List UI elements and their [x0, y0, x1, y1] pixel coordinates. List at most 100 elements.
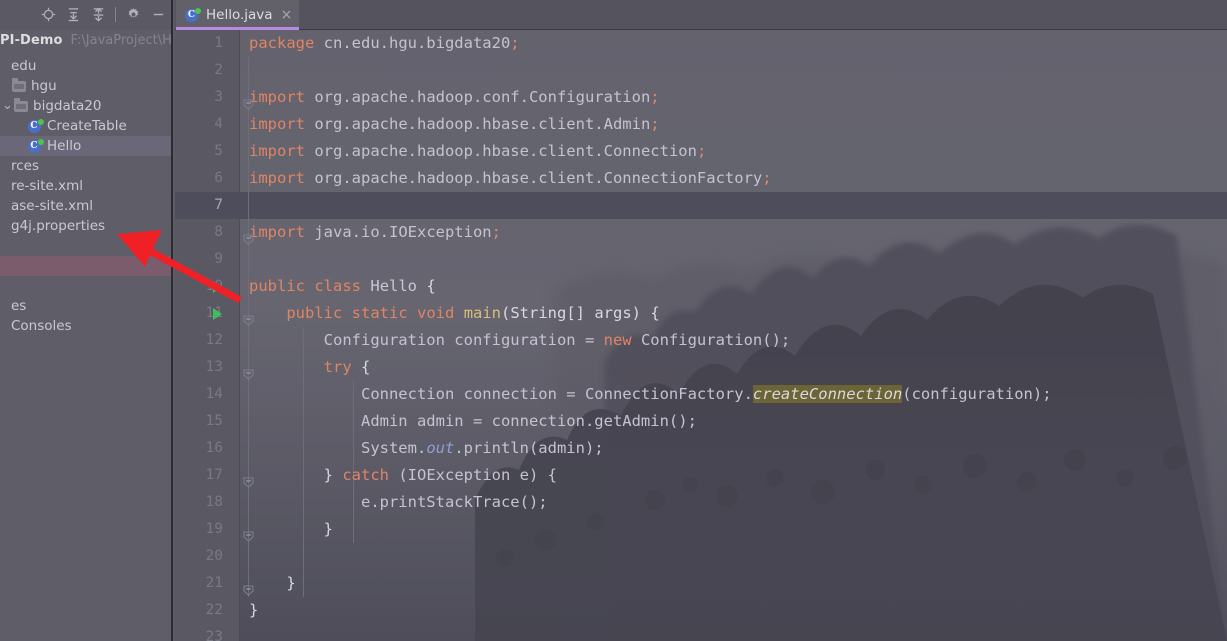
tree-item-hgu[interactable]: hgu [0, 76, 171, 96]
code-line[interactable]: 23 [175, 624, 1227, 641]
fold-toggle-icon[interactable] [243, 92, 254, 110]
tree-item-edu[interactable]: edu [0, 56, 171, 76]
run-gutter-icon[interactable] [213, 281, 222, 293]
tree-item-g4j-properties[interactable]: g4j.properties [0, 216, 171, 236]
code-line[interactable]: 16 System.out.println(admin); [175, 435, 1227, 462]
project-name: PI-Demo [0, 33, 63, 48]
token-stat: out [426, 439, 455, 457]
tree-item-ase-site-xml[interactable]: ase-site.xml [0, 196, 171, 216]
code-line[interactable]: 19 } [175, 516, 1227, 543]
line-number: 17 [205, 467, 223, 483]
code-text: Configuration configuration = new Config… [249, 327, 791, 354]
token-kw: void [417, 304, 455, 322]
tab-hello-java[interactable]: C Hello.java × [176, 0, 300, 30]
token-semi: ; [491, 223, 501, 241]
code-line[interactable]: 10 public class Hello { [175, 273, 1227, 300]
token-semi: ; [762, 169, 772, 187]
tree-item-label: rces [11, 158, 40, 174]
token-kw: package [249, 34, 315, 52]
tree-item-label: Consoles [11, 318, 72, 334]
tree-item-createtable[interactable]: C CreateTable [0, 116, 171, 136]
code-line[interactable]: 20 [175, 543, 1227, 570]
tree-item-blank[interactable] [0, 236, 171, 256]
token-punct: } [249, 601, 259, 619]
code-line[interactable]: 18 e.printStackTrace(); [175, 489, 1227, 516]
java-class-icon: C [27, 118, 44, 134]
fold-toggle-icon[interactable] [243, 362, 254, 380]
editor-area: C Hello.java × 1 package cn.edu.hgu.bigd… [175, 0, 1227, 641]
code-line[interactable]: 22} [175, 597, 1227, 624]
line-number: 3 [214, 89, 223, 105]
locate-icon[interactable] [37, 4, 59, 26]
code-line[interactable]: 5 import org.apache.hadoop.hbase.client.C… [175, 138, 1227, 165]
token-plain: cn.edu.hgu.bigdata20 [314, 34, 511, 52]
code-text: Connection connection = ConnectionFactor… [249, 381, 1052, 408]
code-line[interactable]: 4 import org.apache.hadoop.hbase.client.A… [175, 111, 1227, 138]
code-line[interactable]: 11 public static void main(String[] args… [175, 300, 1227, 327]
code-content[interactable]: 1 package cn.edu.hgu.bigdata20; 2 3 import o… [175, 30, 1227, 641]
code-text: e.printStackTrace(); [249, 489, 548, 516]
run-gutter-icon[interactable] [213, 308, 222, 320]
tree-item-es[interactable]: es [0, 296, 171, 316]
line-number: 18 [205, 494, 223, 510]
tree-item-consoles[interactable]: Consoles [0, 316, 171, 336]
fold-toggle-icon[interactable] [243, 524, 254, 542]
code-line[interactable]: 3 import org.apache.hadoop.conf.Configura… [175, 84, 1227, 111]
project-tree[interactable]: edu hgu ⌄ bigdata20 C CreateTable C Hello rces re… [0, 56, 171, 641]
token-punct: } [249, 574, 296, 592]
code-line[interactable]: 21 } [175, 570, 1227, 597]
tree-item-rces[interactable]: rces [0, 156, 171, 176]
token-kw: import [249, 169, 305, 187]
code-line[interactable]: 15 Admin admin = connection.getAdmin(); [175, 408, 1227, 435]
token-plain: java.io.IOException [305, 223, 492, 241]
code-line[interactable]: 8 import java.io.IOException; [175, 219, 1227, 246]
code-line[interactable]: 14 Connection connection = ConnectionFac… [175, 381, 1227, 408]
line-number: 21 [205, 575, 223, 591]
token-plain: org.apache.hadoop.conf.Configuration [305, 88, 651, 106]
fold-toggle-icon[interactable] [243, 308, 254, 326]
chevron-down-icon[interactable]: ⌄ [2, 99, 13, 112]
project-panel: PI-Demo F:\JavaProject\HBAS edu hgu ⌄ bigda… [0, 0, 173, 641]
token-plain: (configuration); [902, 385, 1052, 403]
fold-toggle-icon[interactable] [243, 578, 254, 596]
line-number: 14 [205, 386, 223, 402]
fold-toggle-icon[interactable] [243, 227, 254, 245]
code-line[interactable]: 17 } catch (IOException e) { [175, 462, 1227, 489]
code-line[interactable]: 9 [175, 246, 1227, 273]
token-plain: Connection connection = ConnectionFactor… [249, 385, 753, 403]
token-kw: import [249, 223, 305, 241]
tab-label: Hello.java [206, 7, 273, 23]
code-line[interactable]: 6 import org.apache.hadoop.hbase.client.C… [175, 165, 1227, 192]
tree-item-label: CreateTable [47, 118, 127, 134]
code-text: System.out.println(admin); [249, 435, 604, 462]
tree-item-blank[interactable] [0, 256, 171, 276]
gear-icon[interactable] [122, 4, 144, 26]
tree-item-bigdata20[interactable]: ⌄ bigdata20 [0, 96, 171, 116]
expand-all-icon[interactable] [62, 4, 84, 26]
tree-item-hello[interactable]: C Hello [0, 136, 171, 156]
project-path: F:\JavaProject\HBAS [70, 33, 172, 48]
line-number: 6 [214, 170, 223, 186]
line-number: 13 [205, 359, 223, 375]
line-number: 2 [214, 62, 223, 78]
minimize-icon[interactable] [147, 4, 169, 26]
tree-item-blank[interactable] [0, 276, 171, 296]
token-semi: ; [696, 142, 707, 160]
tree-item-label: hgu [31, 78, 57, 94]
code-line[interactable]: 12 Configuration configuration = new Con… [175, 327, 1227, 354]
token-kw: static [351, 304, 408, 322]
code-text: try { [249, 354, 371, 381]
line-number: 23 [205, 629, 223, 641]
java-class-run-icon: C [185, 7, 201, 23]
close-icon[interactable]: × [281, 8, 293, 22]
code-line[interactable]: 7 [175, 192, 1227, 219]
collapse-all-icon[interactable] [87, 4, 109, 26]
tree-item-re-site-xml[interactable]: re-site.xml [0, 176, 171, 196]
code-line[interactable]: 13 try { [175, 354, 1227, 381]
code-text: } [249, 516, 333, 543]
code-line[interactable]: 2 [175, 57, 1227, 84]
fold-toggle-icon[interactable] [243, 470, 254, 488]
code-line[interactable]: 1 package cn.edu.hgu.bigdata20; [175, 30, 1227, 57]
